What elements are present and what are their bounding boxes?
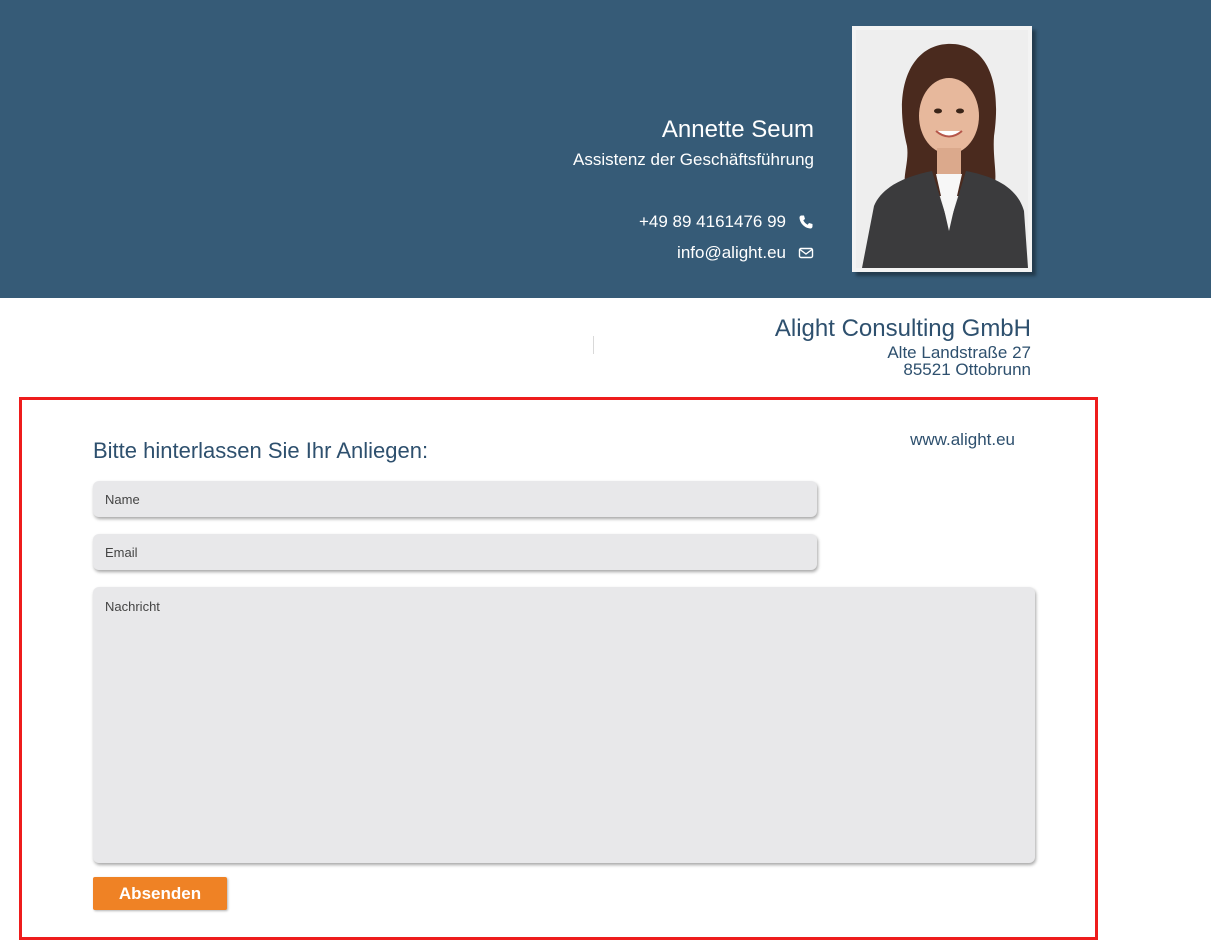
header-banner: Annette Seum Assistenz der Geschäftsführ… [0, 0, 1211, 298]
company-city: 85521 Ottobrunn [903, 360, 1031, 379]
company-street: Alte Landstraße 27 [887, 343, 1031, 362]
website-link[interactable]: www.alight.eu [910, 430, 1015, 450]
email-input[interactable] [93, 534, 817, 570]
phone-number[interactable]: +49 89 4161476 99 [639, 212, 786, 232]
message-textarea[interactable] [93, 587, 1035, 863]
company-name: Alight Consulting GmbH [774, 315, 1031, 342]
phone-icon [798, 214, 814, 230]
form-title: Bitte hinterlassen Sie Ihr Anliegen: [93, 438, 429, 463]
divider-line [593, 336, 594, 354]
company-block: Alight Consulting GmbH Alte Landstraße 2… [775, 314, 1031, 378]
name-input[interactable] [93, 481, 817, 517]
email-row[interactable]: info@alight.eu [677, 243, 814, 263]
email-address[interactable]: info@alight.eu [677, 243, 786, 263]
submit-button[interactable]: Absenden [93, 877, 227, 910]
contact-form: Bitte hinterlassen Sie Ihr Anliegen: www… [19, 397, 1098, 940]
person-role: Assistenz der Geschäftsführung [573, 150, 814, 169]
person-name: Annette Seum [661, 116, 814, 143]
profile-photo [852, 26, 1032, 272]
phone-row[interactable]: +49 89 4161476 99 [639, 212, 814, 232]
envelope-icon [798, 245, 814, 261]
